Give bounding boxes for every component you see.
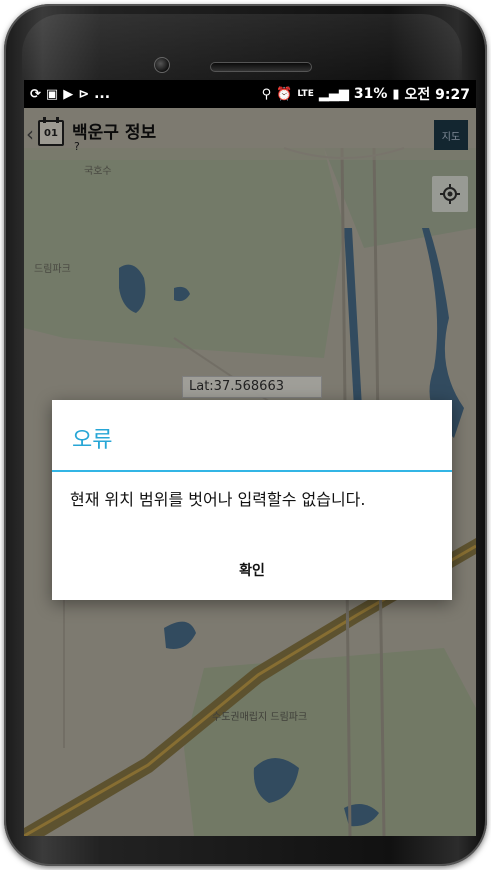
play-store-icon: ⊳ [78, 86, 90, 102]
sync-icon: ⟳ [30, 86, 41, 102]
status-right: ⚲ ⏰ LTE ▂▄▆ 31% ▮ 오전 9:27 [262, 84, 470, 104]
phone-glare [22, 14, 462, 84]
lte-icon: LTE [297, 88, 314, 99]
status-bar: ⟳ ▣ ▶ ⊳ ... ⚲ ⏰ LTE ▂▄▆ 31% ▮ 오전 9:27 [24, 80, 476, 108]
phone-bottom-bezel [24, 836, 476, 862]
ok-button[interactable]: 확인 [202, 552, 302, 588]
battery-icon: ▮ [392, 86, 400, 102]
alarm-icon: ⏰ [276, 86, 293, 102]
status-more: ... [94, 86, 111, 102]
earpiece-speaker [210, 62, 312, 72]
error-dialog: 오류 현재 위치 범위를 벗어나 입력할수 없습니다. 확인 [52, 400, 452, 600]
dialog-message: 현재 위치 범위를 벗어나 입력할수 없습니다. [70, 490, 366, 509]
phone-screen: 국호수 드림파크 수도권매립지 드림파크 ⟳ ▣ ▶ ⊳ ... ⚲ ⏰ LTE… [24, 80, 476, 836]
dialog-title: 오류 [72, 428, 113, 453]
front-camera [154, 57, 170, 73]
status-left: ⟳ ▣ ▶ ⊳ ... [30, 86, 110, 102]
signal-icon: ▂▄▆ [318, 86, 349, 102]
location-icon: ⚲ [261, 86, 272, 102]
battery-level: 31% [353, 86, 388, 102]
youtube-icon: ▶ [63, 86, 74, 102]
gallery-icon: ▣ [45, 86, 59, 102]
dialog-divider [52, 470, 452, 472]
status-time: 오전 9:27 [404, 87, 470, 103]
